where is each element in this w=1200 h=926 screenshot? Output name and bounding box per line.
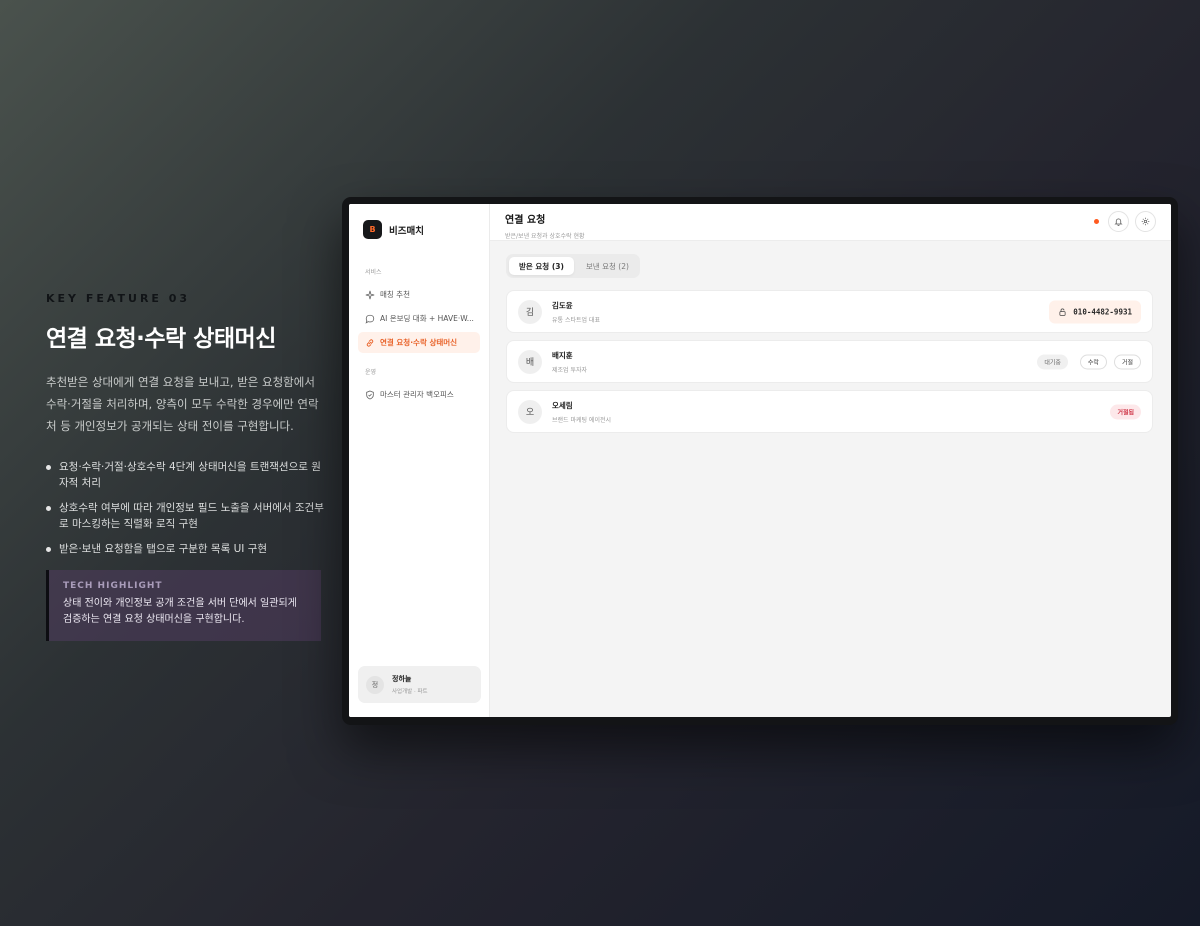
tab-received[interactable]: 받은 요청 (3) <box>509 257 574 275</box>
request-row[interactable]: 배 배지훈 제조업 투자자 대기중 수락 거절 <box>506 340 1153 383</box>
sidebar-item-ai-onboarding[interactable]: AI 온보딩 대화 + HAVE·W... <box>358 308 480 329</box>
tab-sent[interactable]: 보낸 요청 (2) <box>576 257 639 275</box>
feature-panel: KEY FEATURE 03 연결 요청·수락 상태머신 추천받은 상대에게 연… <box>46 292 328 641</box>
avatar: 오 <box>518 399 542 424</box>
avatar: 김 <box>518 299 542 324</box>
feature-bullet: 상호수락 여부에 따라 개인정보 필드 노출을 서버에서 조건부로 마스킹하는 … <box>46 500 328 532</box>
brand-logo: B <box>363 220 382 239</box>
sidebar-item-label: 연결 요청·수락 상태머신 <box>380 338 458 347</box>
user-role: 사업개발 · 파트 <box>392 689 428 695</box>
page-title: 연결 요청 <box>505 215 546 226</box>
avatar: 정 <box>366 675 384 694</box>
requester-name: 김도윤 <box>552 300 573 310</box>
phone-reveal-chip[interactable]: 010-4482-9931 <box>1049 300 1141 323</box>
request-list: 김 김도윤 유통 스타트업 대표 010-4482-9931 배 배지훈 제조업… <box>506 290 1153 440</box>
requester-name: 오세림 <box>552 400 573 410</box>
request-tabs: 받은 요청 (3) 보낸 요청 (2) <box>506 254 640 278</box>
tech-highlight-box: TECH HIGHLIGHT 상태 전이와 개인정보 공개 조건을 서버 단에서… <box>46 570 321 641</box>
requester-role: 제조업 투자자 <box>552 366 588 374</box>
sidebar-item-label: 마스터 관리자 백오피스 <box>380 390 454 399</box>
sidebar-item-connection-requests[interactable]: 연결 요청·수락 상태머신 <box>358 332 480 353</box>
sidebar-item-matching[interactable]: 매칭 추천 <box>358 284 480 305</box>
feature-eyebrow: KEY FEATURE 03 <box>46 292 191 305</box>
request-row[interactable]: 김 김도윤 유통 스타트업 대표 010-4482-9931 <box>506 290 1153 333</box>
tech-highlight-text: 상태 전이와 개인정보 공개 조건을 서버 단에서 일관되게 검증하는 연결 요… <box>63 598 297 625</box>
request-row[interactable]: 오 오세림 브랜드 마케팅 에이전시 거절됨 <box>506 390 1153 433</box>
link-icon <box>366 338 374 347</box>
notifications-button[interactable] <box>1108 211 1129 232</box>
topbar: 연결 요청 받은/보낸 요청과 상호수락 현황 <box>490 204 1171 241</box>
app-screen: B 비즈매치 서비스 매칭 추천 AI 온보딩 대화 + HAVE·W... 연… <box>349 204 1171 717</box>
nav-section-service: 서비스 <box>365 269 382 276</box>
gear-icon <box>1141 217 1150 226</box>
sidebar-item-label: AI 온보딩 대화 + HAVE·W... <box>380 314 474 323</box>
avatar: 배 <box>518 349 542 374</box>
accept-button[interactable]: 수락 <box>1079 354 1107 369</box>
feature-title: 연결 요청·수락 상태머신 <box>46 326 276 352</box>
nav-section-ops: 운영 <box>365 369 377 376</box>
chat-bubble-icon <box>365 314 375 324</box>
tech-highlight-label: TECH HIGHLIGHT <box>63 581 163 591</box>
top-actions <box>1094 211 1156 232</box>
unlock-icon <box>1059 308 1066 316</box>
user-name: 정하늘 <box>392 675 412 683</box>
notification-dot <box>1094 219 1099 224</box>
page-subtitle: 받은/보낸 요청과 상호수락 현황 <box>505 233 585 240</box>
device-frame: B 비즈매치 서비스 매칭 추천 AI 온보딩 대화 + HAVE·W... 연… <box>342 197 1178 725</box>
brand[interactable]: B 비즈매치 <box>358 220 480 239</box>
feature-bullet: 요청·수락·거절·상호수락 4단계 상태머신을 트랜잭션으로 원자적 처리 <box>46 459 328 491</box>
sidebar-item-label: 매칭 추천 <box>380 290 410 299</box>
shield-icon <box>366 390 374 399</box>
feature-bullet: 받은·보낸 요청함을 탭으로 구분한 목록 UI 구현 <box>46 541 328 557</box>
requester-role: 유통 스타트업 대표 <box>552 316 600 324</box>
reject-button[interactable]: 거절 <box>1113 354 1141 369</box>
user-profile-card[interactable]: 정 정하늘 사업개발 · 파트 <box>358 666 481 703</box>
brand-name: 비즈매치 <box>389 225 424 237</box>
sidebar: B 비즈매치 서비스 매칭 추천 AI 온보딩 대화 + HAVE·W... 연… <box>349 204 490 717</box>
status-badge: 거절됨 <box>1110 404 1141 419</box>
bell-icon <box>1114 218 1123 226</box>
sidebar-item-admin-backoffice[interactable]: 마스터 관리자 백오피스 <box>358 384 480 405</box>
feature-bullets: 요청·수락·거절·상호수락 4단계 상태머신을 트랜잭션으로 원자적 처리 상호… <box>46 459 328 557</box>
main-content: 연결 요청 받은/보낸 요청과 상호수락 현황 받은 요청 (3) 보낸 요청 … <box>490 204 1171 717</box>
requester-name: 배지훈 <box>552 350 573 360</box>
requester-role: 브랜드 마케팅 에이전시 <box>552 416 612 424</box>
phone-number: 010-4482-9931 <box>1073 307 1132 316</box>
sparkle-icon <box>365 290 375 299</box>
feature-description: 추천받은 상대에게 연결 요청을 보내고, 받은 요청함에서 수락·거절을 처리… <box>46 375 319 433</box>
status-badge: 대기중 <box>1037 354 1068 369</box>
settings-button[interactable] <box>1135 211 1156 232</box>
